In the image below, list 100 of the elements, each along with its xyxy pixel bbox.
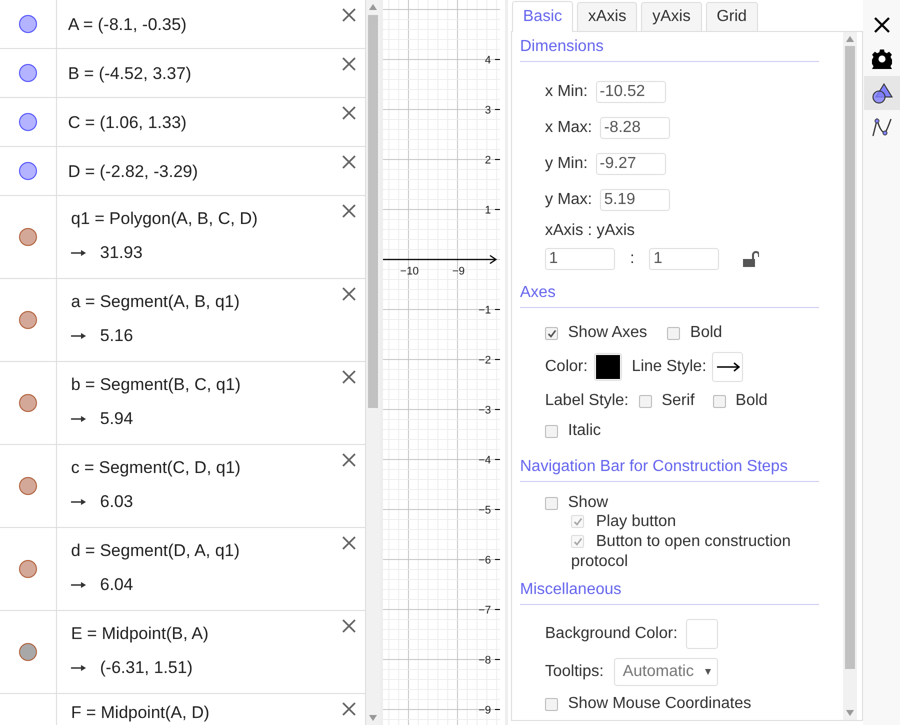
field-label: Tooltips: (545, 663, 604, 681)
number-field[interactable]: -10.52 (596, 81, 666, 103)
scrollbar[interactable] (366, 0, 380, 725)
close-icon (341, 7, 358, 23)
checkbox[interactable] (545, 496, 558, 510)
checkbox-label[interactable]: Show (568, 494, 608, 512)
checkbox-label[interactable]: Bold (690, 324, 722, 342)
scrollbar-thumb[interactable] (368, 15, 378, 408)
axis-label: 2 (484, 154, 491, 166)
color-swatch[interactable] (686, 619, 718, 649)
delete-button[interactable] (341, 154, 358, 170)
object-definition[interactable]: F = Midpoint(A, D) (68, 704, 366, 721)
field-label: Line Style: (632, 358, 706, 376)
tab[interactable]: Basic (512, 1, 574, 32)
delete-button[interactable] (341, 7, 358, 23)
close-icon (341, 56, 358, 72)
arrow-icon (71, 332, 86, 340)
color-dot[interactable] (19, 560, 37, 578)
close-icon (341, 369, 358, 385)
arrow-icon (71, 498, 86, 506)
delete-button[interactable] (341, 203, 358, 219)
tooltips-dropdown[interactable]: Automatic (614, 658, 718, 686)
axis-label: −4 (478, 454, 491, 466)
color-dot[interactable] (19, 477, 37, 495)
object-value: 6.04 (100, 575, 134, 595)
check-icon (572, 517, 582, 526)
settings-icon (872, 49, 892, 69)
section-title: Dimensions (520, 38, 605, 56)
checkbox[interactable] (545, 698, 558, 710)
axis-label: 3 (484, 104, 491, 116)
line-style-button[interactable] (712, 352, 744, 382)
checkbox-label[interactable]: Serif (662, 392, 695, 410)
checkbox-label[interactable]: Italic (568, 422, 601, 440)
checkbox-label[interactable]: Show Axes (568, 324, 648, 342)
object-definition[interactable]: a = Segment(A, B, q1) (68, 292, 366, 312)
delete-button[interactable] (341, 369, 358, 385)
color-dot[interactable] (19, 113, 37, 131)
delete-button[interactable] (341, 452, 358, 468)
axis-label: −10 (400, 266, 419, 278)
delete-button[interactable] (341, 56, 358, 72)
field-label: y Max: (545, 191, 592, 209)
axis-label: −9 (478, 704, 491, 716)
checkbox[interactable] (667, 326, 680, 340)
field-label: x Min: (545, 83, 588, 101)
checkbox[interactable] (712, 394, 726, 408)
color-dot[interactable] (19, 15, 37, 33)
checkbox[interactable] (638, 394, 652, 408)
checkbox-label[interactable]: Bold (736, 392, 768, 410)
delete-button[interactable] (341, 618, 358, 634)
color-dot[interactable] (19, 64, 37, 82)
number-field[interactable]: 5.19 (600, 189, 670, 211)
close-icon (341, 105, 358, 121)
object-definition[interactable]: D = (-2.82, -3.29) (68, 162, 366, 182)
arrow-icon (71, 581, 86, 589)
tab[interactable]: xAxis (577, 2, 638, 31)
scrollbar-thumb[interactable] (845, 46, 855, 669)
object-definition[interactable]: A = (-8.1, -0.35) (68, 15, 366, 35)
object-value: 5.16 (100, 326, 134, 346)
close-icon (341, 452, 358, 468)
delete-button[interactable] (341, 286, 358, 302)
color-dot[interactable] (19, 311, 37, 329)
checkbox[interactable] (545, 424, 558, 438)
color-dot[interactable] (19, 228, 37, 246)
object-definition[interactable]: d = Segment(D, A, q1) (68, 541, 366, 561)
field-label: Label Style: (545, 392, 629, 410)
object-definition[interactable]: C = (1.06, 1.33) (68, 113, 366, 133)
delete-button[interactable] (341, 701, 358, 717)
tab[interactable]: yAxis (641, 2, 702, 31)
object-value: (-6.31, 1.51) (100, 658, 193, 678)
number-field[interactable]: -9.27 (596, 153, 666, 175)
check-icon (572, 537, 582, 546)
tab[interactable]: Grid (706, 2, 758, 31)
checkbox-label[interactable]: Show Mouse Coordinates (568, 695, 752, 713)
object-value: 31.93 (100, 243, 143, 263)
color-dot[interactable] (19, 162, 37, 180)
ratio-field[interactable]: 1 (649, 248, 720, 270)
object-definition[interactable]: E = Midpoint(B, A) (68, 624, 366, 644)
delete-button[interactable] (341, 535, 358, 551)
arrow-icon (71, 249, 86, 257)
ratio-field[interactable]: 1 (545, 248, 615, 270)
section-title: Navigation Bar for Construction Steps (520, 458, 789, 476)
color-dot[interactable] (19, 643, 37, 661)
shapes-button[interactable] (864, 76, 900, 110)
object-value: 5.94 (100, 409, 134, 429)
close-icon (341, 535, 358, 551)
close-icon (341, 154, 358, 170)
color-dot[interactable] (19, 394, 37, 412)
object-definition[interactable]: c = Segment(C, D, q1) (68, 458, 366, 478)
checkbox[interactable] (545, 326, 558, 340)
object-definition[interactable]: B = (-4.52, 3.37) (68, 64, 366, 84)
object-definition[interactable]: b = Segment(B, C, q1) (68, 375, 366, 395)
delete-button[interactable] (341, 105, 358, 121)
number-field[interactable]: -8.28 (600, 117, 670, 139)
object-definition[interactable]: q1 = Polygon(A, B, C, D) (68, 209, 366, 229)
arrow-icon (71, 415, 86, 423)
scrollbar[interactable] (843, 32, 857, 720)
caret-icon (704, 669, 711, 675)
graphics-view[interactable]: −10 −9 4 3 2 1 −1 −2 −3 −4 −5 −6 −7 −8 −9 (383, 0, 500, 725)
field-label: Background Color: (545, 625, 678, 643)
unlock-icon[interactable] (743, 251, 760, 267)
